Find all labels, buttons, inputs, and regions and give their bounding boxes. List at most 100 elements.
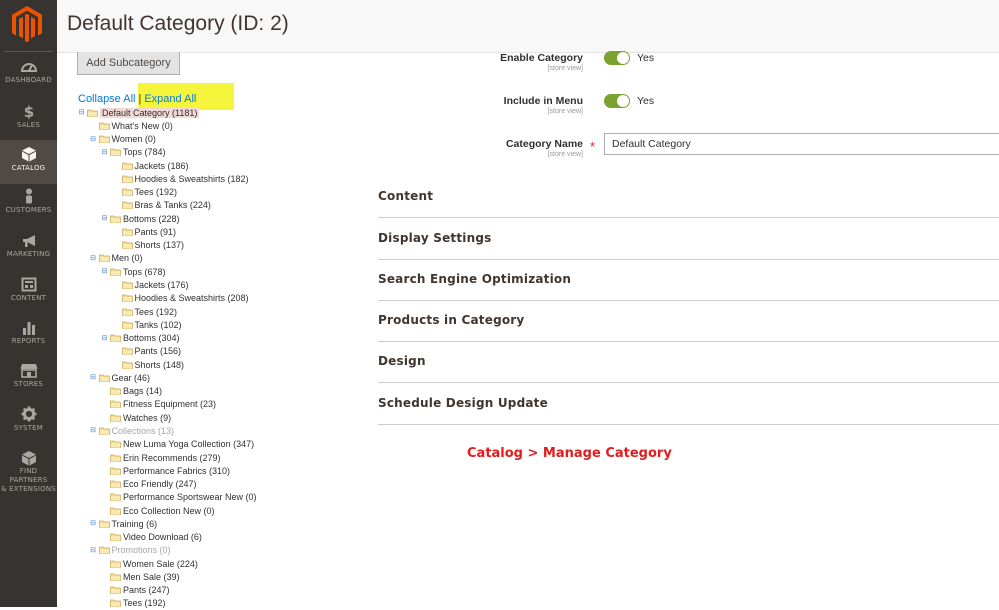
tree-node[interactable]: Tees (192) xyxy=(110,597,166,610)
tree-node-label: Bottoms (228) xyxy=(123,213,180,224)
tree-node[interactable]: Tanks (102) xyxy=(121,318,182,331)
tree-node[interactable]: Tees (192) xyxy=(121,186,178,199)
page-header: Default Category (ID: 2) xyxy=(57,0,999,53)
tree-node[interactable]: Shorts (148) xyxy=(121,358,184,371)
expand-all-link[interactable]: Expand All xyxy=(144,93,196,105)
add-subcategory-button[interactable]: Add Subcategory xyxy=(77,52,180,75)
tree-node[interactable]: Jackets (176) xyxy=(121,279,189,292)
folder-icon xyxy=(121,294,133,303)
tree-node[interactable]: ⊟ Bottoms (228) xyxy=(101,212,180,225)
section-content[interactable]: Content xyxy=(378,176,999,218)
folder-icon xyxy=(110,400,121,409)
tree-node[interactable]: New Luma Yoga Collection (347) xyxy=(110,438,254,451)
tree-node[interactable]: ⊟ Promotions (0) xyxy=(90,544,170,557)
tree-node[interactable]: ⊟ Women (0) xyxy=(90,133,156,146)
magento-logo[interactable] xyxy=(12,6,42,42)
collapse-toggle-icon[interactable]: ⊟ xyxy=(78,109,85,116)
sidebar-item-label: FIND PARTNERS xyxy=(9,467,48,484)
folder-icon xyxy=(98,520,110,528)
folder-icon xyxy=(110,599,121,608)
folder-icon xyxy=(121,188,133,196)
tree-node[interactable]: Eco Friendly (247) xyxy=(110,478,197,491)
tree-node[interactable]: Bras & Tanks (224) xyxy=(121,199,211,212)
tree-node[interactable]: ⊟ Default Category (1181) xyxy=(78,106,200,119)
tree-node[interactable]: ⊟ Collections (13) xyxy=(90,424,174,437)
svg-text:$: $ xyxy=(23,103,33,119)
tree-node[interactable]: Bags (14) xyxy=(110,385,162,398)
tree-node[interactable]: Performance Sportswear New (0) xyxy=(110,491,257,504)
collapse-all-link[interactable]: Collapse All xyxy=(78,93,135,105)
collapse-toggle-icon[interactable]: ⊟ xyxy=(101,335,108,342)
tree-node[interactable]: Pants (247) xyxy=(110,584,170,597)
enable-category-toggle[interactable] xyxy=(604,51,630,65)
tree-node[interactable]: Watches (9) xyxy=(110,411,171,424)
section-search-engine-optimization[interactable]: Search Engine Optimization xyxy=(378,259,999,301)
tree-node[interactable]: Erin Recommends (279) xyxy=(110,451,221,464)
section-title: Design xyxy=(378,354,426,368)
collapse-toggle-icon[interactable]: ⊟ xyxy=(90,427,97,434)
collapse-toggle-icon[interactable]: ⊟ xyxy=(90,520,97,527)
tree-node-label: Women (0) xyxy=(111,134,156,145)
folder-icon xyxy=(110,334,121,342)
sidebar-item-find-partners[interactable]: FIND PARTNERS & EXTENSIONS xyxy=(0,450,57,493)
category-name-label: Category Name xyxy=(505,138,583,150)
sidebar-item-system[interactable]: SYSTEM xyxy=(0,406,57,449)
section-schedule-design-update[interactable]: Schedule Design Update xyxy=(378,383,999,425)
section-products-in-category[interactable]: Products in Category xyxy=(378,300,999,342)
sidebar-item-reports[interactable]: REPORTS xyxy=(0,320,57,363)
sidebar-item-dashboard[interactable]: DASHBOARD xyxy=(0,60,57,103)
tree-node[interactable]: Jackets (186) xyxy=(121,159,189,172)
folder-icon xyxy=(121,162,133,170)
sidebar-item-label: SALES xyxy=(16,121,41,129)
section-title: Products in Category xyxy=(378,313,525,327)
sidebar-item-catalog[interactable]: CATALOG xyxy=(0,140,57,184)
tree-node[interactable]: Hoodies & Sweatshirts (208) xyxy=(121,292,249,305)
collapse-toggle-icon[interactable]: ⊟ xyxy=(90,547,97,554)
folder-icon xyxy=(121,281,133,289)
tree-node[interactable]: Pants (91) xyxy=(121,225,176,238)
tree-node[interactable]: Men Sale (39) xyxy=(110,570,180,583)
include-in-menu-toggle[interactable] xyxy=(604,94,630,108)
collapse-toggle-icon[interactable]: ⊟ xyxy=(90,374,97,381)
tree-node[interactable]: ⊟ Tops (678) xyxy=(101,265,166,278)
tree-node-label: Eco Collection New (0) xyxy=(123,505,215,516)
tree-node[interactable]: Pants (156) xyxy=(121,345,181,358)
collapse-toggle-icon[interactable]: ⊟ xyxy=(90,136,97,143)
collapse-toggle-icon[interactable]: ⊟ xyxy=(101,268,108,275)
tree-node[interactable]: ⊟ Gear (46) xyxy=(90,371,150,384)
category-name-input[interactable]: Default Category xyxy=(604,133,999,155)
tree-node[interactable]: Hoodies & Sweatshirts (182) xyxy=(121,172,249,185)
section-display-settings[interactable]: Display Settings xyxy=(378,218,999,260)
tree-node[interactable]: Fitness Equipment (23) xyxy=(110,398,216,411)
collapse-toggle-icon[interactable]: ⊟ xyxy=(101,215,108,222)
section-design[interactable]: Design xyxy=(378,341,999,383)
tree-node[interactable]: Shorts (137) xyxy=(121,239,184,252)
sidebar-item-customers[interactable]: CUSTOMERS xyxy=(0,188,57,231)
tree-node[interactable]: ⊟ Training (6) xyxy=(90,517,157,530)
tree-node[interactable]: ⊟ Bottoms (304) xyxy=(101,332,180,345)
tree-node[interactable]: Video Download (6) xyxy=(110,531,202,544)
tree-node[interactable]: Women Sale (224) xyxy=(110,557,198,570)
folder-icon xyxy=(121,347,133,356)
tree-node[interactable]: ⊟ Men (0) xyxy=(90,252,142,265)
tree-node[interactable]: Eco Collection New (0) xyxy=(110,504,215,517)
tree-node-label: Tees (192) xyxy=(134,187,178,198)
tree-node-label: Eco Friendly (247) xyxy=(123,479,197,490)
collapse-toggle-icon[interactable]: ⊟ xyxy=(90,255,97,262)
tree-node-label: Hoodies & Sweatshirts (208) xyxy=(134,293,249,304)
sidebar-item-label-line2: & EXTENSIONS xyxy=(1,485,56,493)
tree-controls: Collapse All | Expand All xyxy=(78,93,196,105)
tree-node[interactable]: What's New (0) xyxy=(98,119,173,132)
collapse-toggle-icon[interactable]: ⊟ xyxy=(101,149,108,156)
tree-node-label: Default Category (1181) xyxy=(100,107,200,118)
sidebar-item-label: DASHBOARD xyxy=(5,76,52,84)
person-icon xyxy=(25,188,32,204)
tree-node[interactable]: Tees (192) xyxy=(121,305,177,318)
sidebar-item-stores[interactable]: STORES xyxy=(0,363,57,406)
sidebar-item-marketing[interactable]: MARKETING xyxy=(0,234,57,277)
sidebar-item-content[interactable]: CONTENT xyxy=(0,277,57,320)
include-in-menu-scope: [store view] xyxy=(547,108,583,115)
tree-node[interactable]: Performance Fabrics (310) xyxy=(110,464,230,477)
sidebar-item-label: MARKETING xyxy=(6,250,51,258)
tree-node[interactable]: ⊟ Tops (784) xyxy=(101,146,166,159)
